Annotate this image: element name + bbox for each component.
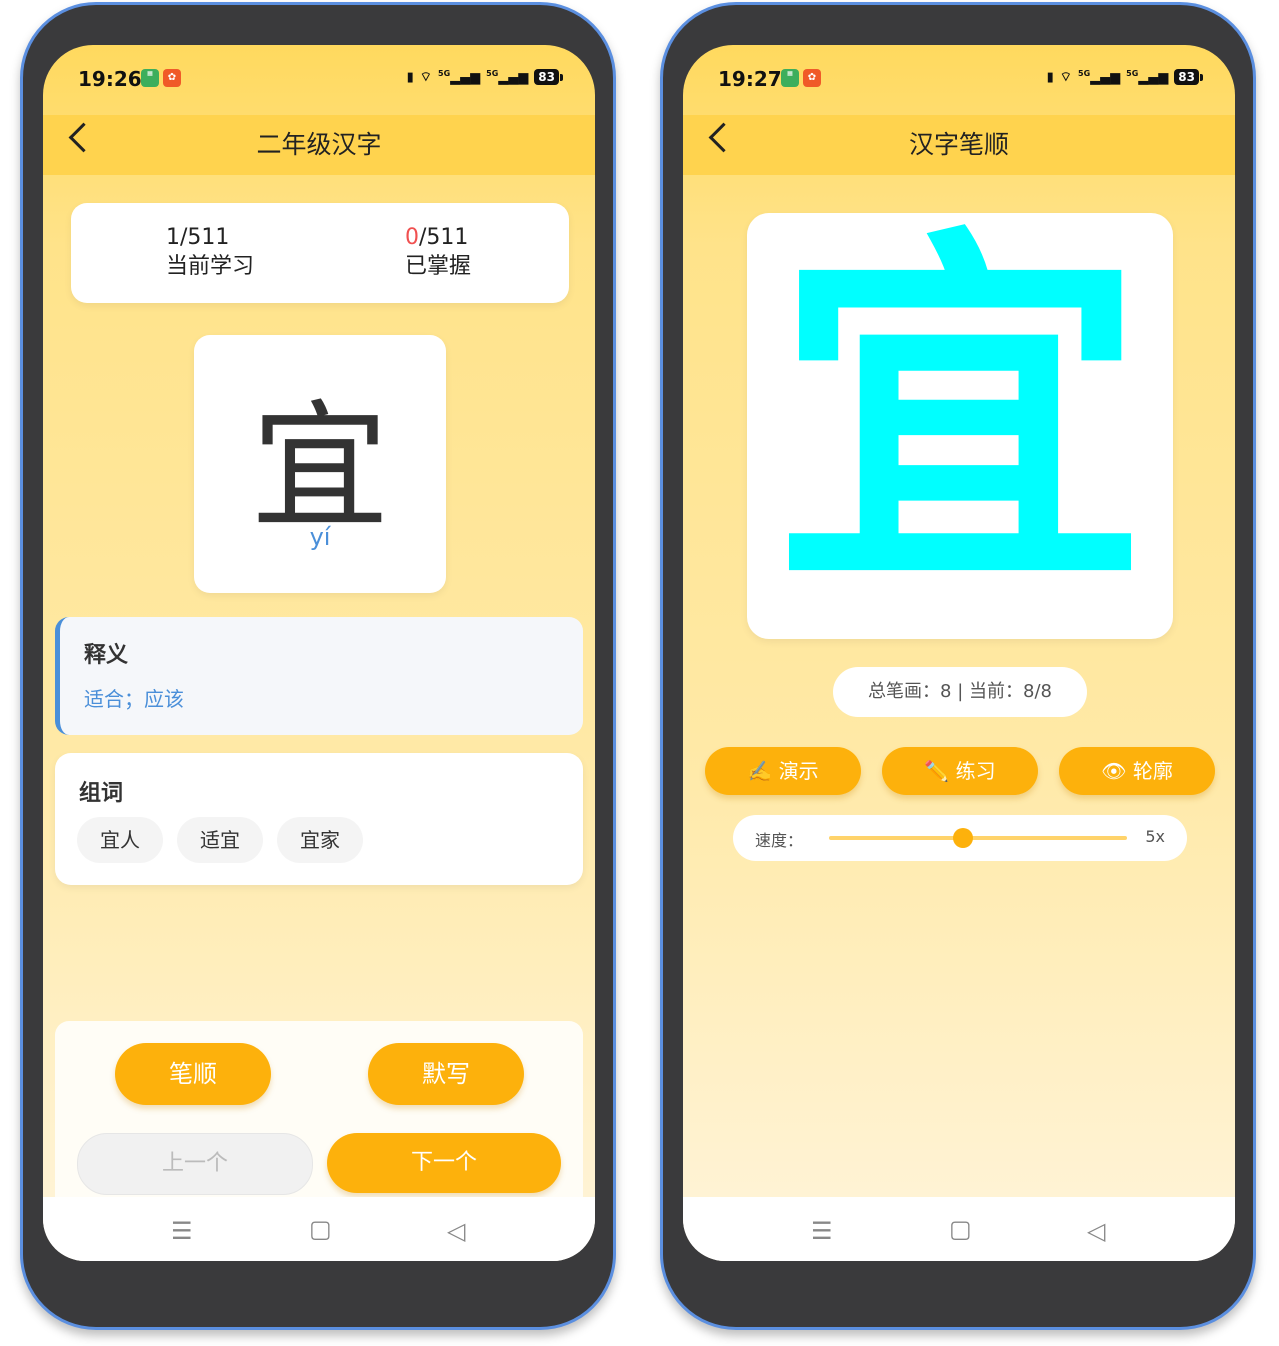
status-bar: 19:26 ▦ ✿ ▮ ⌔ 5G▂▄▆ 5G▂▄▆ 83	[43, 45, 595, 115]
practice-button[interactable]: ✏️ 练习	[882, 747, 1038, 795]
stroke-info: 总笔画：8 | 当前：8/8	[833, 667, 1087, 717]
page-title: 二年级汉字	[256, 130, 382, 159]
app-badge-icon: ▦	[141, 69, 159, 87]
back-nav-icon[interactable]: ◁	[447, 1217, 465, 1245]
meaning-heading: 释义	[84, 643, 129, 668]
current-progress-value: 1/511	[166, 225, 230, 250]
app-badge-icon: ✿	[803, 69, 821, 87]
word-chip[interactable]: 宜人	[77, 817, 163, 863]
menu-icon[interactable]: ☰	[811, 1217, 833, 1245]
screen-right: 19:27 ▦ ✿ ▮ ⌔ 5G▂▄▆ 5G▂▄▆ 83 汉字笔顺 宜 总笔画：…	[683, 45, 1235, 1261]
system-nav-bar: ☰ ▢ ◁	[683, 1197, 1235, 1261]
mastered-total: /511	[419, 225, 469, 250]
speed-control: 速度： 5x	[733, 815, 1187, 861]
meaning-card: 释义 适合；应该	[55, 617, 583, 735]
words-heading: 组词	[79, 781, 124, 806]
battery-icon: 83	[534, 69, 563, 86]
demo-button[interactable]: ✍️ 演示	[705, 747, 861, 795]
app-badge-icon: ▦	[781, 69, 799, 87]
battery-icon: 83	[1174, 69, 1203, 86]
wifi-icon: ⌔	[1059, 70, 1073, 86]
status-time: 19:26	[78, 67, 142, 91]
current-progress-label: 当前学习	[166, 254, 255, 279]
meaning-text: 适合；应该	[84, 687, 184, 711]
signal-icon: 5G▂▄▆	[1078, 69, 1121, 86]
vibrate-icon: ▮	[1046, 69, 1054, 85]
speed-slider-thumb[interactable]	[953, 828, 974, 848]
current-progress: 1/511 当前学习	[166, 225, 254, 280]
signal-icon: 5G▂▄▆	[486, 69, 529, 86]
app-badge-icon: ✿	[163, 69, 181, 87]
pinyin: yí	[309, 523, 331, 551]
phone-frame-left: 19:26 ▦ ✿ ▮ ⌔ 5G▂▄▆ 5G▂▄▆ 83 二年级汉字 1/511…	[20, 2, 616, 1330]
progress-card: 1/511 当前学习 0/511 已掌握	[71, 203, 569, 303]
stroke-order-button[interactable]: 笔顺	[115, 1043, 271, 1105]
stroke-character: 宜	[774, 196, 1146, 633]
system-nav-bar: ☰ ▢ ◁	[43, 1197, 595, 1261]
phone-frame-right: 19:27 ▦ ✿ ▮ ⌔ 5G▂▄▆ 5G▂▄▆ 83 汉字笔顺 宜 总笔画：…	[660, 2, 1256, 1330]
vibrate-icon: ▮	[406, 69, 414, 85]
wifi-icon: ⌔	[419, 70, 433, 86]
signal-icon: 5G▂▄▆	[1126, 69, 1169, 86]
action-panel: 笔顺 默写 上一个 下一个	[55, 1021, 583, 1211]
words-card: 组词 宜人 适宜 宜家	[55, 753, 583, 885]
mastered-label: 已掌握	[405, 254, 472, 279]
home-icon[interactable]: ▢	[949, 1215, 972, 1243]
speed-label: 速度：	[755, 831, 804, 850]
screen-left: 19:26 ▦ ✿ ▮ ⌔ 5G▂▄▆ 5G▂▄▆ 83 二年级汉字 1/511…	[43, 45, 595, 1261]
speed-value: 5x	[1145, 827, 1165, 846]
next-button[interactable]: 下一个	[327, 1133, 561, 1193]
word-chip[interactable]: 宜家	[277, 817, 363, 863]
character-card[interactable]: 宜 yí	[194, 335, 446, 593]
back-nav-icon[interactable]: ◁	[1087, 1217, 1105, 1245]
outline-button[interactable]: 👁 轮廓	[1059, 747, 1215, 795]
menu-icon[interactable]: ☰	[171, 1217, 193, 1245]
status-time: 19:27	[718, 67, 782, 91]
mastered-count: 0	[405, 225, 419, 250]
speed-slider-track[interactable]	[829, 828, 1127, 848]
word-chip[interactable]: 适宜	[177, 817, 263, 863]
mastered-progress: 0/511 已掌握	[405, 225, 471, 280]
page-title: 汉字笔顺	[908, 130, 1009, 159]
stroke-canvas[interactable]: 宜	[747, 196, 1173, 639]
dictation-button[interactable]: 默写	[368, 1043, 524, 1105]
prev-button[interactable]: 上一个	[77, 1133, 313, 1195]
status-bar: 19:27 ▦ ✿ ▮ ⌔ 5G▂▄▆ 5G▂▄▆ 83	[683, 45, 1235, 115]
signal-icon: 5G▂▄▆	[438, 69, 481, 86]
home-icon[interactable]: ▢	[309, 1215, 332, 1243]
